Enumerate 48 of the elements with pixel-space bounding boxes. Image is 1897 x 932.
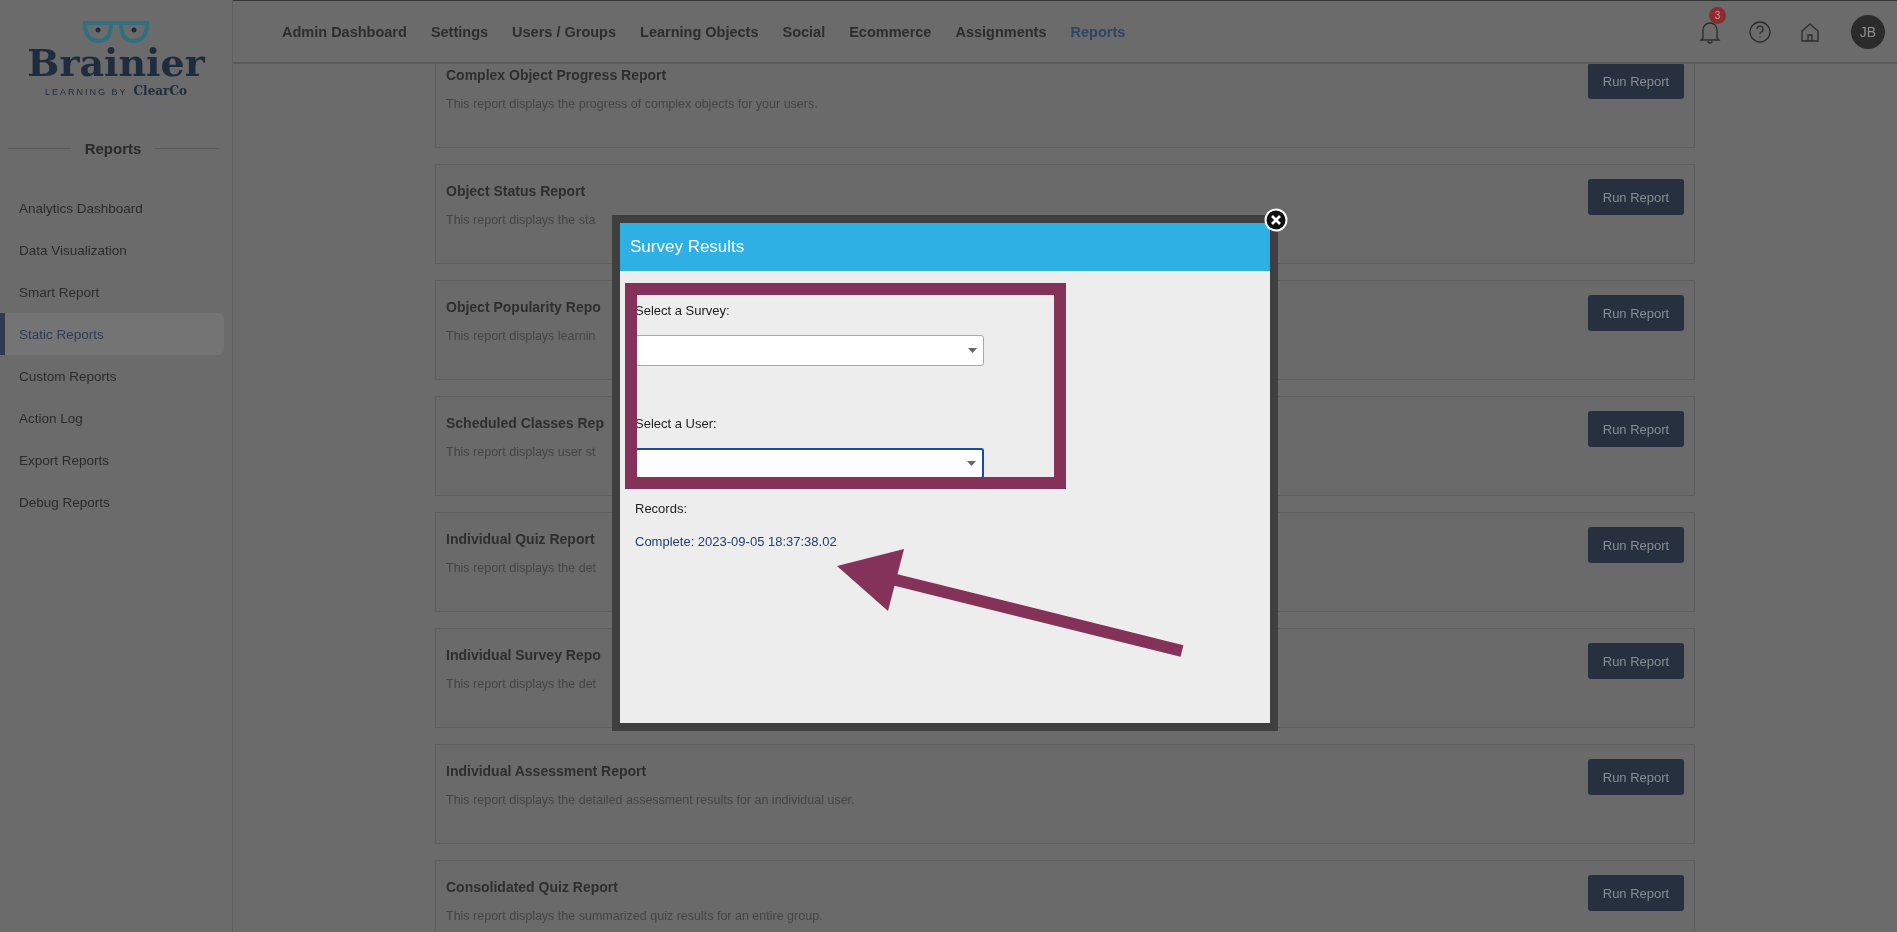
nav-tab[interactable]: Settings [430, 23, 489, 40]
sidebar-item[interactable]: Custom Reports [0, 355, 224, 397]
sidebar-item[interactable]: Action Log [0, 397, 224, 439]
run-report-button[interactable]: Run Report [1588, 411, 1684, 447]
sidebar-item[interactable]: Smart Report [0, 271, 224, 313]
report-title: Scheduled Classes Rep [446, 415, 604, 431]
sidebar-item[interactable]: Static Reports [0, 313, 224, 355]
report-title: Consolidated Quiz Report [446, 879, 619, 895]
nav-tab[interactable]: Assignments [955, 23, 1047, 40]
sidebar-item[interactable]: Data Visualization [0, 229, 224, 271]
caret-icon [968, 348, 977, 353]
sidebar-item[interactable]: Export Reports [0, 439, 224, 481]
glasses-icon [81, 20, 151, 46]
brand-logo: Brainier LEARNING BY ClearCo [27, 20, 205, 98]
nav-tab[interactable]: Admin Dashboard [282, 23, 407, 40]
nav-tab[interactable]: Users / Groups [512, 23, 617, 40]
nav-tab[interactable]: Learning Objects [640, 23, 759, 40]
help-icon[interactable] [1747, 18, 1773, 45]
dialog-title: Survey Results [630, 237, 745, 257]
run-report-button[interactable]: Run Report [1588, 63, 1684, 99]
nav-tab[interactable]: Reports [1070, 23, 1126, 40]
report-title: Complex Object Progress Report [446, 67, 668, 83]
nav-tab[interactable]: Social [782, 23, 826, 40]
report-title: Individual Quiz Report [446, 531, 596, 547]
report-title: Individual Assessment Report [446, 763, 648, 779]
sidebar-item[interactable]: Analytics Dashboard [0, 187, 224, 229]
sidebar-item[interactable]: Debug Reports [0, 481, 224, 523]
run-report-button[interactable]: Run Report [1588, 759, 1684, 795]
dropdown-field[interactable] [635, 448, 984, 479]
record-link[interactable]: Complete: 2023-09-05 18:37:38.02 [635, 534, 837, 549]
run-report-button[interactable]: Run Report [1588, 643, 1684, 679]
nav-tab[interactable]: Ecommerce [849, 23, 932, 40]
caret-icon [967, 461, 976, 466]
run-report-button[interactable]: Run Report [1588, 527, 1684, 563]
field-label: Select a Survey: [635, 303, 731, 318]
report-title: Individual Survey Repo [446, 647, 601, 663]
records-label: Records: [635, 501, 689, 516]
notification-badge: 3 [1709, 6, 1726, 24]
report-title: Object Status Report [446, 183, 587, 199]
close-icon[interactable] [1264, 208, 1288, 232]
dropdown-field[interactable] [635, 335, 984, 366]
user-avatar[interactable]: JB [1851, 14, 1885, 49]
sidebar-heading: Reports [84, 140, 142, 157]
field-label: Select a User: [635, 416, 718, 431]
report-title: Object Popularity Repo [446, 299, 601, 315]
run-report-button[interactable]: Run Report [1588, 179, 1684, 215]
run-report-button[interactable]: Run Report [1588, 875, 1684, 911]
run-report-button[interactable]: Run Report [1588, 295, 1684, 331]
